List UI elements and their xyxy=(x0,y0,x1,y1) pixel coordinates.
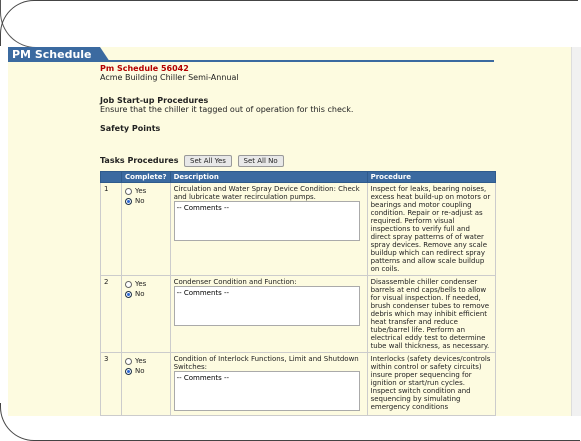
tasks-table: Complete? Description Procedure 1 Yes No xyxy=(100,171,497,416)
yes-radio[interactable]: Yes xyxy=(125,280,167,288)
set-all-no-button[interactable]: Set All No xyxy=(237,155,284,167)
row-num: 2 xyxy=(100,275,122,353)
comments-field[interactable]: -- Comments -- xyxy=(173,371,360,411)
description-text: Condenser Condition and Function: xyxy=(173,278,297,286)
header-procedure: Procedure xyxy=(366,171,497,183)
row-procedure: Disassemble chiller condenser barrels at… xyxy=(366,275,497,353)
no-label: No xyxy=(135,197,145,205)
row-description: Condition of Interlock Functions, Limit … xyxy=(169,352,368,416)
schedule-id: Pm Schedule 56042 xyxy=(100,64,189,73)
row-description: Condenser Condition and Function: -- Com… xyxy=(169,275,368,353)
no-radio[interactable]: No xyxy=(125,367,167,375)
outer-frame-top-shape xyxy=(0,0,578,46)
row-num: 1 xyxy=(100,182,122,276)
table-row: 2 Yes No Condenser Condition and Functio… xyxy=(100,275,497,353)
title-underline xyxy=(8,60,494,62)
radio-selected-icon xyxy=(125,367,132,375)
header-description: Description xyxy=(169,171,368,183)
startup-title: Job Start-up Procedures xyxy=(100,96,209,105)
table-row: 1 Yes No Circulation and Water Spray Dev… xyxy=(100,182,497,276)
row-procedure: Interlocks (safety devices/controls with… xyxy=(366,352,497,416)
row-num: 3 xyxy=(100,352,122,416)
row-complete: Yes No xyxy=(121,182,171,276)
row-procedure: Inspect for leaks, bearing noises, exces… xyxy=(366,182,497,276)
tasks-header-row: Complete? Description Procedure xyxy=(100,171,497,183)
yes-label: Yes xyxy=(135,280,147,288)
header-complete: Complete? xyxy=(121,171,171,183)
main-panel: Pm Schedule 56042 Acme Building Chiller … xyxy=(100,64,500,416)
yes-radio[interactable]: Yes xyxy=(125,357,167,365)
content-area: PM Schedule Pm Schedule 56042 Acme Build… xyxy=(8,47,581,416)
safety-title: Safety Points xyxy=(100,124,161,133)
tasks-header: Tasks Procedures Set All Yes Set All No xyxy=(100,155,500,167)
radio-selected-icon xyxy=(125,290,132,298)
startup-text: Ensure that the chiller it tagged out of… xyxy=(100,105,354,114)
vertical-scrollbar[interactable] xyxy=(571,47,581,416)
radio-unselected-icon xyxy=(125,357,132,365)
row-complete: Yes No xyxy=(121,275,171,353)
tasks-title: Tasks Procedures xyxy=(100,156,179,165)
description-text: Circulation and Water Spray Device Condi… xyxy=(173,185,360,201)
yes-label: Yes xyxy=(135,357,147,365)
comments-field[interactable]: -- Comments -- xyxy=(173,201,360,241)
no-label: No xyxy=(135,367,145,375)
table-row: 3 Yes No Condition of Interlock Function… xyxy=(100,352,497,416)
header-num xyxy=(100,171,122,183)
yes-label: Yes xyxy=(135,187,147,195)
radio-unselected-icon xyxy=(125,187,132,195)
yes-radio[interactable]: Yes xyxy=(125,187,167,195)
set-all-yes-button[interactable]: Set All Yes xyxy=(184,155,232,167)
schedule-subtitle: Acme Building Chiller Semi-Annual xyxy=(100,73,239,82)
comments-field[interactable]: -- Comments -- xyxy=(173,286,360,326)
no-radio[interactable]: No xyxy=(125,290,167,298)
radio-unselected-icon xyxy=(125,280,132,288)
no-label: No xyxy=(135,290,145,298)
no-radio[interactable]: No xyxy=(125,197,167,205)
radio-selected-icon xyxy=(125,197,132,205)
row-complete: Yes No xyxy=(121,352,171,416)
row-description: Circulation and Water Spray Device Condi… xyxy=(169,182,368,276)
description-text: Condition of Interlock Functions, Limit … xyxy=(173,355,359,371)
